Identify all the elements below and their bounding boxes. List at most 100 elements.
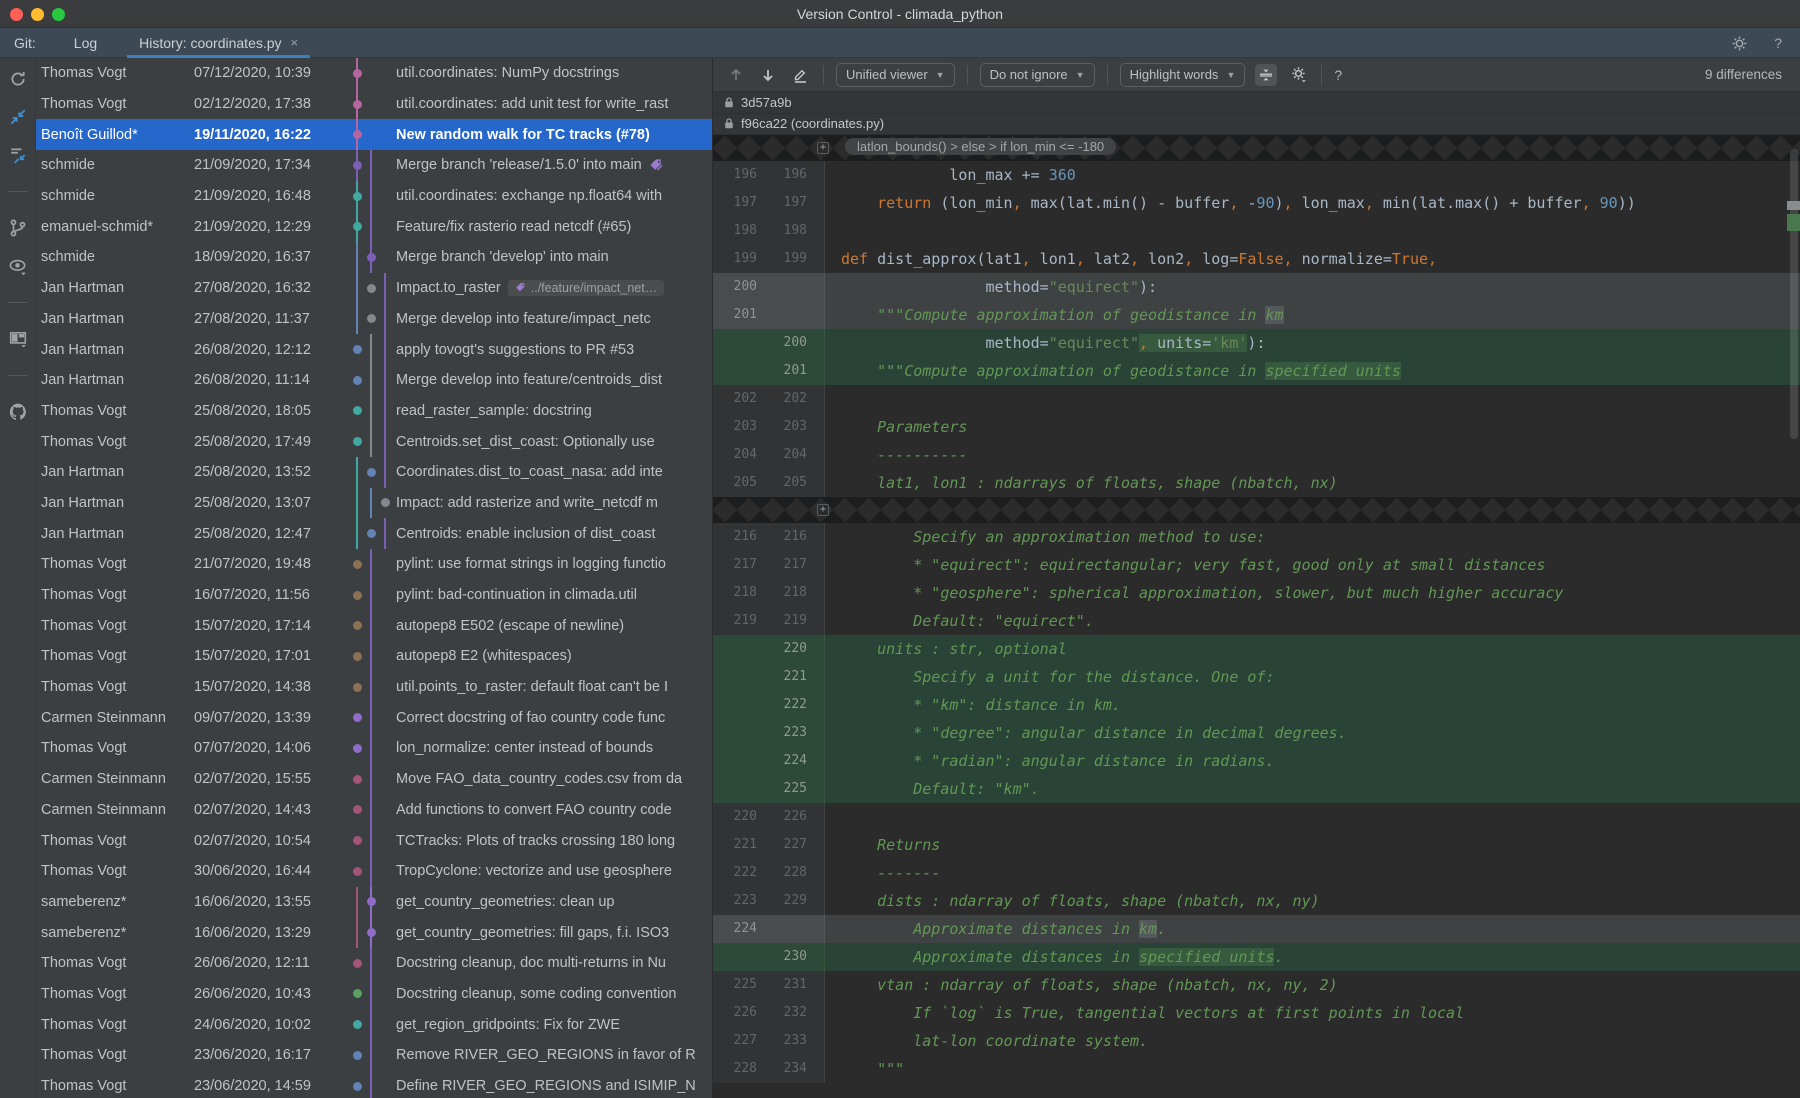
commit-row[interactable]: Jan Hartman27/08/2020, 16:32Impact.to_ra… bbox=[36, 273, 712, 304]
merge-arrows-icon[interactable] bbox=[7, 106, 29, 128]
commit-row[interactable]: Thomas Vogt23/06/2020, 14:59Define RIVER… bbox=[36, 1071, 712, 1098]
commit-row[interactable]: Thomas Vogt30/06/2020, 16:44TropCyclone:… bbox=[36, 856, 712, 887]
error-stripe-mark[interactable] bbox=[1787, 214, 1800, 231]
line-number-after: 223 bbox=[763, 719, 813, 747]
graph-line bbox=[370, 211, 372, 242]
commit-row[interactable]: Carmen Steinmann02/07/2020, 15:55Move FA… bbox=[36, 764, 712, 795]
line-number-gutter: 223 bbox=[713, 719, 825, 747]
commit-graph bbox=[342, 242, 396, 273]
commit-message-text: Docstring cleanup, doc multi-returns in … bbox=[396, 955, 666, 971]
previous-difference-icon[interactable] bbox=[725, 64, 747, 86]
commit-row[interactable]: Thomas Vogt02/07/2020, 10:54TCTracks: Pl… bbox=[36, 825, 712, 856]
gear-icon[interactable] bbox=[1728, 32, 1750, 54]
line-number-gutter: 220226 bbox=[713, 803, 825, 831]
commit-row[interactable]: Benoît Guillod*19/11/2020, 16:22New rand… bbox=[36, 119, 712, 150]
commit-row[interactable]: Thomas Vogt15/07/2020, 17:01autopep8 E2 … bbox=[36, 641, 712, 672]
commit-graph bbox=[342, 702, 396, 733]
chevron-down-icon: ▼ bbox=[1076, 70, 1085, 80]
graph-line bbox=[370, 365, 372, 396]
commit-graph bbox=[342, 211, 396, 242]
code-line: 223229 dists : ndarray of floats, shape … bbox=[713, 887, 1800, 915]
scrollbar-thumb[interactable] bbox=[1790, 149, 1798, 439]
graph-line bbox=[370, 948, 372, 979]
close-window-button[interactable] bbox=[10, 8, 23, 21]
toolbar-separator bbox=[8, 375, 28, 376]
commit-row[interactable]: schmide18/09/2020, 16:37Merge branch 'de… bbox=[36, 242, 712, 273]
error-stripe-mark[interactable] bbox=[1787, 201, 1800, 210]
edit-pencil-icon[interactable] bbox=[789, 64, 811, 86]
line-number-after bbox=[763, 301, 813, 329]
tab-log[interactable]: Log bbox=[62, 28, 109, 58]
code-text: def dist_approx(lat1, lon1, lat2, lon2, … bbox=[825, 245, 1800, 273]
collapse-unchanged-icon[interactable] bbox=[1255, 64, 1277, 86]
commit-row[interactable]: Thomas Vogt25/08/2020, 17:49Centroids.se… bbox=[36, 426, 712, 457]
commit-row[interactable]: Thomas Vogt16/07/2020, 11:56pylint: bad-… bbox=[36, 580, 712, 611]
graph-line bbox=[370, 764, 372, 795]
commit-row[interactable]: Thomas Vogt24/06/2020, 10:02get_region_g… bbox=[36, 1009, 712, 1040]
commit-row[interactable]: Thomas Vogt26/06/2020, 10:43Docstring cl… bbox=[36, 979, 712, 1010]
code-line-added: 225 Default: "km". bbox=[713, 775, 1800, 803]
graph-line bbox=[356, 887, 358, 918]
github-icon[interactable] bbox=[7, 401, 29, 423]
git-branch-icon[interactable] bbox=[7, 217, 29, 239]
commit-message: get_region_gridpoints: Fix for ZWE bbox=[396, 1017, 712, 1033]
commit-row[interactable]: sameberenz*16/06/2020, 13:29get_country_… bbox=[36, 917, 712, 948]
graph-line bbox=[356, 273, 358, 304]
help-icon[interactable]: ? bbox=[1774, 35, 1782, 51]
commit-row[interactable]: Jan Hartman27/08/2020, 11:37Merge develo… bbox=[36, 304, 712, 335]
line-number-after: 200 bbox=[763, 329, 813, 357]
line-number-after: 198 bbox=[763, 217, 813, 245]
expand-fold-button[interactable]: + bbox=[817, 142, 829, 154]
commit-row[interactable]: Jan Hartman25/08/2020, 13:07Impact: add … bbox=[36, 488, 712, 519]
commit-author: Thomas Vogt bbox=[36, 587, 194, 603]
commit-row[interactable]: Thomas Vogt02/12/2020, 17:38util.coordin… bbox=[36, 89, 712, 120]
line-number-before: 221 bbox=[713, 831, 763, 859]
commit-row[interactable]: Thomas Vogt07/12/2020, 10:39util.coordin… bbox=[36, 58, 712, 89]
commit-row[interactable]: Jan Hartman25/08/2020, 13:52Coordinates.… bbox=[36, 457, 712, 488]
commit-row[interactable]: Thomas Vogt07/07/2020, 14:06lon_normaliz… bbox=[36, 733, 712, 764]
diff-code-viewer[interactable]: +latlon_bounds() > else > if lon_min <= … bbox=[713, 135, 1800, 1098]
graph-line bbox=[370, 672, 372, 703]
commit-row[interactable]: Thomas Vogt23/06/2020, 16:17Remove RIVER… bbox=[36, 1040, 712, 1071]
commit-row[interactable]: Jan Hartman26/08/2020, 11:14Merge develo… bbox=[36, 365, 712, 396]
code-line: 203203 Parameters bbox=[713, 413, 1800, 441]
commit-row[interactable]: sameberenz*16/06/2020, 13:55get_country_… bbox=[36, 887, 712, 918]
code-text: """ bbox=[825, 1055, 1800, 1083]
code-text: method="equirect", units='km'): bbox=[825, 329, 1800, 357]
commit-row[interactable]: emanuel-schmid*21/09/2020, 12:29Feature/… bbox=[36, 211, 712, 242]
commit-row[interactable]: schmide21/09/2020, 17:34Merge branch 're… bbox=[36, 150, 712, 181]
commit-graph bbox=[342, 672, 396, 703]
commit-date: 27/08/2020, 16:32 bbox=[194, 280, 342, 296]
commit-row[interactable]: Thomas Vogt21/07/2020, 19:48pylint: use … bbox=[36, 549, 712, 580]
line-number-gutter: 225 bbox=[713, 775, 825, 803]
commit-row[interactable]: Thomas Vogt15/07/2020, 17:14autopep8 E50… bbox=[36, 610, 712, 641]
layout-panels-icon[interactable] bbox=[7, 328, 29, 350]
whitespace-ignore-dropdown[interactable]: Do not ignore ▼ bbox=[980, 63, 1095, 87]
commit-row[interactable]: Thomas Vogt26/06/2020, 12:11Docstring cl… bbox=[36, 948, 712, 979]
viewer-mode-dropdown[interactable]: Unified viewer ▼ bbox=[836, 63, 955, 87]
commit-row[interactable]: schmide21/09/2020, 16:48util.coordinates… bbox=[36, 181, 712, 212]
tab-history-coordinates[interactable]: History: coordinates.py × bbox=[127, 28, 310, 58]
highlight-mode-dropdown[interactable]: Highlight words ▼ bbox=[1120, 63, 1246, 87]
commit-row[interactable]: Carmen Steinmann02/07/2020, 14:43Add fun… bbox=[36, 795, 712, 826]
line-number-after: 231 bbox=[763, 971, 813, 999]
compare-branches-icon[interactable] bbox=[7, 144, 29, 166]
diff-help-icon[interactable]: ? bbox=[1334, 67, 1342, 83]
code-line: 205205 lat1, lon1 : ndarrays of floats, … bbox=[713, 469, 1800, 497]
commit-row[interactable]: Jan Hartman26/08/2020, 12:12apply tovogt… bbox=[36, 334, 712, 365]
commit-message-text: Centroids: enable inclusion of dist_coas… bbox=[396, 526, 656, 542]
diff-settings-gear-icon[interactable] bbox=[1287, 64, 1309, 86]
next-difference-icon[interactable] bbox=[757, 64, 779, 86]
minimize-window-button[interactable] bbox=[31, 8, 44, 21]
eye-watch-icon[interactable] bbox=[7, 255, 29, 277]
expand-fold-button[interactable]: + bbox=[817, 504, 829, 516]
refresh-icon[interactable] bbox=[7, 68, 29, 90]
graph-commit-dot bbox=[353, 376, 362, 385]
zoom-window-button[interactable] bbox=[52, 8, 65, 21]
commit-row[interactable]: Carmen Steinmann09/07/2020, 13:39Correct… bbox=[36, 702, 712, 733]
commit-row[interactable]: Thomas Vogt15/07/2020, 14:38util.points_… bbox=[36, 672, 712, 703]
commit-row[interactable]: Thomas Vogt25/08/2020, 18:05read_raster_… bbox=[36, 396, 712, 427]
commit-row[interactable]: Jan Hartman25/08/2020, 12:47Centroids: e… bbox=[36, 518, 712, 549]
tab-close-icon[interactable]: × bbox=[291, 35, 299, 50]
revision-row-new: f96ca22 (coordinates.py) bbox=[713, 114, 1800, 136]
